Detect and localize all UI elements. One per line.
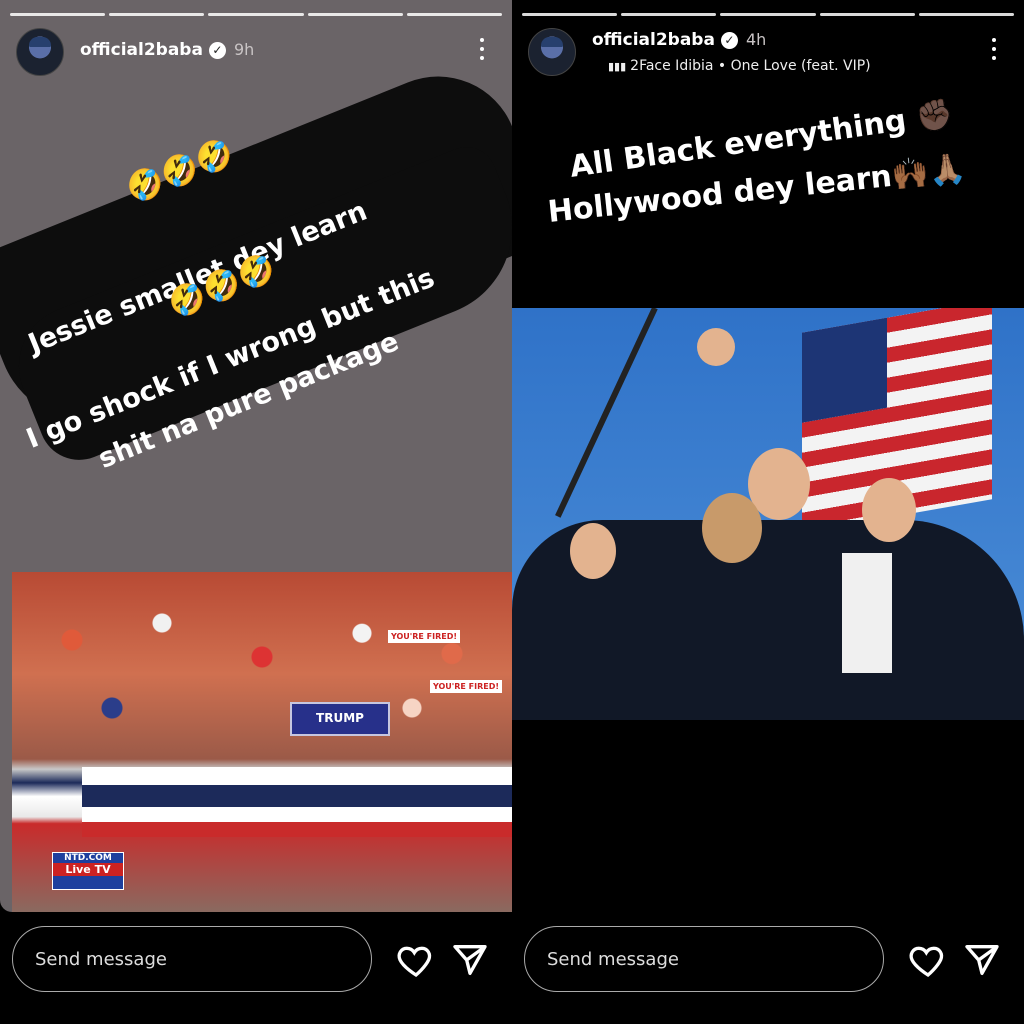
rally-photo: YOU'RE FIRED! YOU'RE FIRED! TRUMP NTD.CO… [12,572,512,912]
rally-sign-2: YOU'RE FIRED! [430,680,503,693]
story-progress-bar [10,13,503,16]
podium-sign: TRUMP [290,702,390,736]
stage-banner [82,767,512,837]
send-message-input[interactable]: Send message [524,926,884,992]
username[interactable]: official2baba ✓ 4h [592,30,766,50]
flag-photo [512,308,1024,720]
more-options-icon[interactable] [480,38,486,60]
white-shirt [842,553,892,673]
music-bars-icon: ▮▮▮ [608,60,627,73]
username-text[interactable]: official2baba [80,40,203,60]
post-time: 9h [233,40,255,59]
reply-bar: Send message [512,920,1024,1024]
music-label[interactable]: ▮▮▮ 2Face Idibia • One Love (feat. VIP) [608,58,871,74]
username-text[interactable]: official2baba [592,30,715,50]
avatar[interactable] [528,28,576,76]
post-time: 4h [745,30,767,49]
fist-emoji: ✊🏿 [913,96,956,137]
heart-icon[interactable] [396,940,436,980]
avatar[interactable] [16,28,64,76]
more-options-icon[interactable] [992,38,998,60]
username[interactable]: official2baba ✓ 9h [80,40,254,60]
flag-pole [555,308,658,518]
story-panel-left[interactable]: official2baba ✓ 9h 🤣🤣🤣 Jessie smallet dey … [0,0,512,1024]
ntd-logo-bottom: Live TV [53,863,123,876]
ntd-logo-top: NTD.COM [64,853,112,863]
verified-badge-icon: ✓ [720,31,738,49]
raised-fist [697,328,735,366]
story-header: official2baba ✓ 9h [16,28,496,76]
rally-sign: YOU'RE FIRED! [388,630,461,643]
story-panel-right[interactable]: official2baba ✓ 4h ▮▮▮ 2Face Idibia • One L… [512,0,1024,1024]
heart-icon[interactable] [908,940,948,980]
story-header: official2baba ✓ 4h ▮▮▮ 2Face Idibia • One L… [528,28,1008,76]
ntd-logo: NTD.COM Live TV [52,852,124,890]
music-text: 2Face Idibia • One Love (feat. VIP) [630,58,871,74]
reply-bar: Send message [0,920,512,1024]
verified-badge-icon: ✓ [208,41,226,59]
send-icon[interactable] [962,940,1002,980]
person-head-2 [862,478,916,542]
send-message-input[interactable]: Send message [12,926,372,992]
send-icon[interactable] [450,940,490,980]
person-head-4 [702,493,762,563]
story-progress-bar [522,13,1015,16]
person-head-3 [570,523,616,579]
